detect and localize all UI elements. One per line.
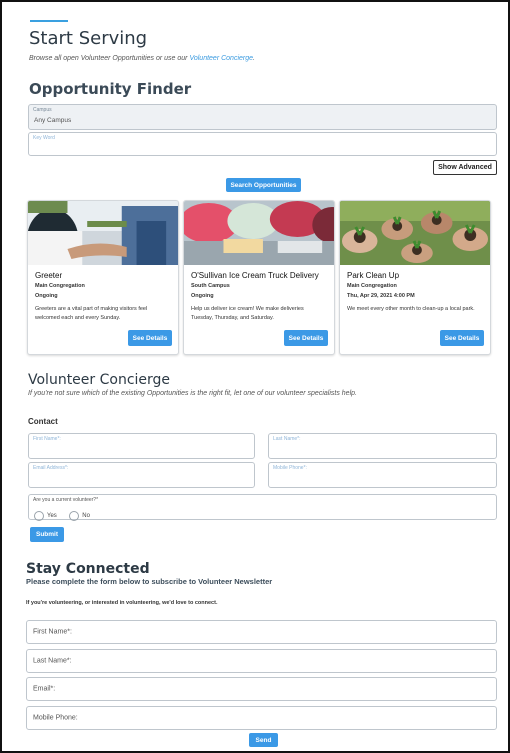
- stay-connected-intro: If you're volunteering, or interested in…: [26, 600, 218, 606]
- start-serving-subtitle: Browse all open Volunteer Opportunities …: [29, 55, 255, 62]
- no-radio[interactable]: [69, 510, 80, 521]
- email-field[interactable]: Email Address*:: [28, 462, 255, 488]
- show-advanced-button[interactable]: Show Advanced: [433, 160, 497, 175]
- search-opportunities-button[interactable]: Search Opportunities: [226, 178, 301, 192]
- campus-label: Campus: [33, 107, 52, 113]
- current-volunteer-group: Are you a current volunteer?* Yes No: [28, 494, 497, 521]
- stay-connected-subtitle: Please complete the form below to subscr…: [26, 577, 273, 586]
- card-schedule: Thu, Apr 29, 2021 4:00 PM: [347, 293, 415, 299]
- volunteer-concierge-title: Volunteer Concierge: [28, 372, 171, 388]
- volunteer-concierge-link[interactable]: Volunteer Concierge: [189, 55, 253, 62]
- accent-line: [30, 20, 68, 22]
- ice-cream-image: [184, 201, 334, 265]
- card-schedule: Ongoing: [191, 293, 214, 299]
- card-campus: Main Congregation: [347, 283, 397, 289]
- newsletter-mobile-input[interactable]: Mobile Phone:: [26, 706, 497, 730]
- card-title: Greeter: [35, 271, 63, 280]
- card-title: Park Clean Up: [347, 271, 400, 280]
- keyword-input[interactable]: Key Word: [28, 132, 497, 156]
- card-campus: Main Congregation: [35, 283, 85, 289]
- opportunity-card-greeter: Greeter Main Congregation Ongoing Greete…: [27, 200, 179, 355]
- opportunity-card-park-clean-up: Park Clean Up Main Congregation Thu, Apr…: [339, 200, 491, 355]
- see-details-button[interactable]: See Details: [284, 330, 328, 346]
- volunteer-concierge-subtitle: If you're not sure which of the existing…: [28, 390, 357, 397]
- first-name-placeholder: First Name*:: [33, 628, 72, 636]
- card-description: Help us deliver ice cream! We make deliv…: [191, 306, 304, 321]
- stay-connected-title: Stay Connected: [26, 561, 150, 577]
- last-name-label: Last Name*:: [273, 436, 301, 442]
- send-button[interactable]: Send: [249, 733, 278, 747]
- card-campus: South Campus: [191, 283, 230, 289]
- see-details-button[interactable]: See Details: [440, 330, 484, 346]
- first-name-field[interactable]: First Name*:: [28, 433, 255, 459]
- see-details-button[interactable]: See Details: [128, 330, 172, 346]
- first-name-label: First Name*:: [33, 436, 61, 442]
- card-title: O'Sullivan Ice Cream Truck Delivery: [191, 271, 319, 280]
- opportunity-card-ice-cream: O'Sullivan Ice Cream Truck Delivery Sout…: [183, 200, 335, 355]
- subtitle-text: Browse all open Volunteer Opportunities …: [29, 55, 190, 62]
- email-placeholder: Email*:: [33, 685, 56, 693]
- card-description: Greeters are a vital part of making visi…: [35, 306, 148, 321]
- subtitle-period: .: [253, 55, 255, 62]
- yes-radio[interactable]: [34, 510, 44, 521]
- mobile-placeholder: Mobile Phone:: [33, 714, 78, 722]
- card-description: We meet every other month to clean-up a …: [347, 306, 475, 312]
- card-schedule: Ongoing: [35, 293, 58, 299]
- mobile-phone-field[interactable]: Mobile Phone*:: [268, 462, 497, 488]
- newsletter-first-name-input[interactable]: First Name*:: [26, 620, 497, 644]
- opportunity-finder-title: Opportunity Finder: [29, 80, 192, 98]
- last-name-field[interactable]: Last Name*:: [268, 433, 497, 459]
- submit-button[interactable]: Submit: [30, 527, 64, 542]
- mobile-phone-label: Mobile Phone*:: [273, 465, 307, 471]
- newsletter-email-input[interactable]: Email*:: [26, 677, 497, 701]
- email-label: Email Address*:: [33, 465, 69, 471]
- greeter-handshake-image: [28, 201, 178, 265]
- start-serving-title: Start Serving: [29, 28, 148, 49]
- campus-select[interactable]: Campus Any Campus: [28, 104, 497, 130]
- contact-heading: Contact: [28, 417, 58, 426]
- newsletter-last-name-input[interactable]: Last Name*:: [26, 649, 497, 673]
- no-label: No: [82, 512, 90, 519]
- yes-label: Yes: [47, 512, 57, 519]
- last-name-placeholder: Last Name*:: [33, 657, 72, 665]
- plants-in-hands-image: [340, 201, 490, 265]
- current-volunteer-label: Are you a current volunteer?*: [33, 497, 99, 503]
- campus-value: Any Campus: [34, 117, 72, 124]
- keyword-label: Key Word: [33, 135, 55, 141]
